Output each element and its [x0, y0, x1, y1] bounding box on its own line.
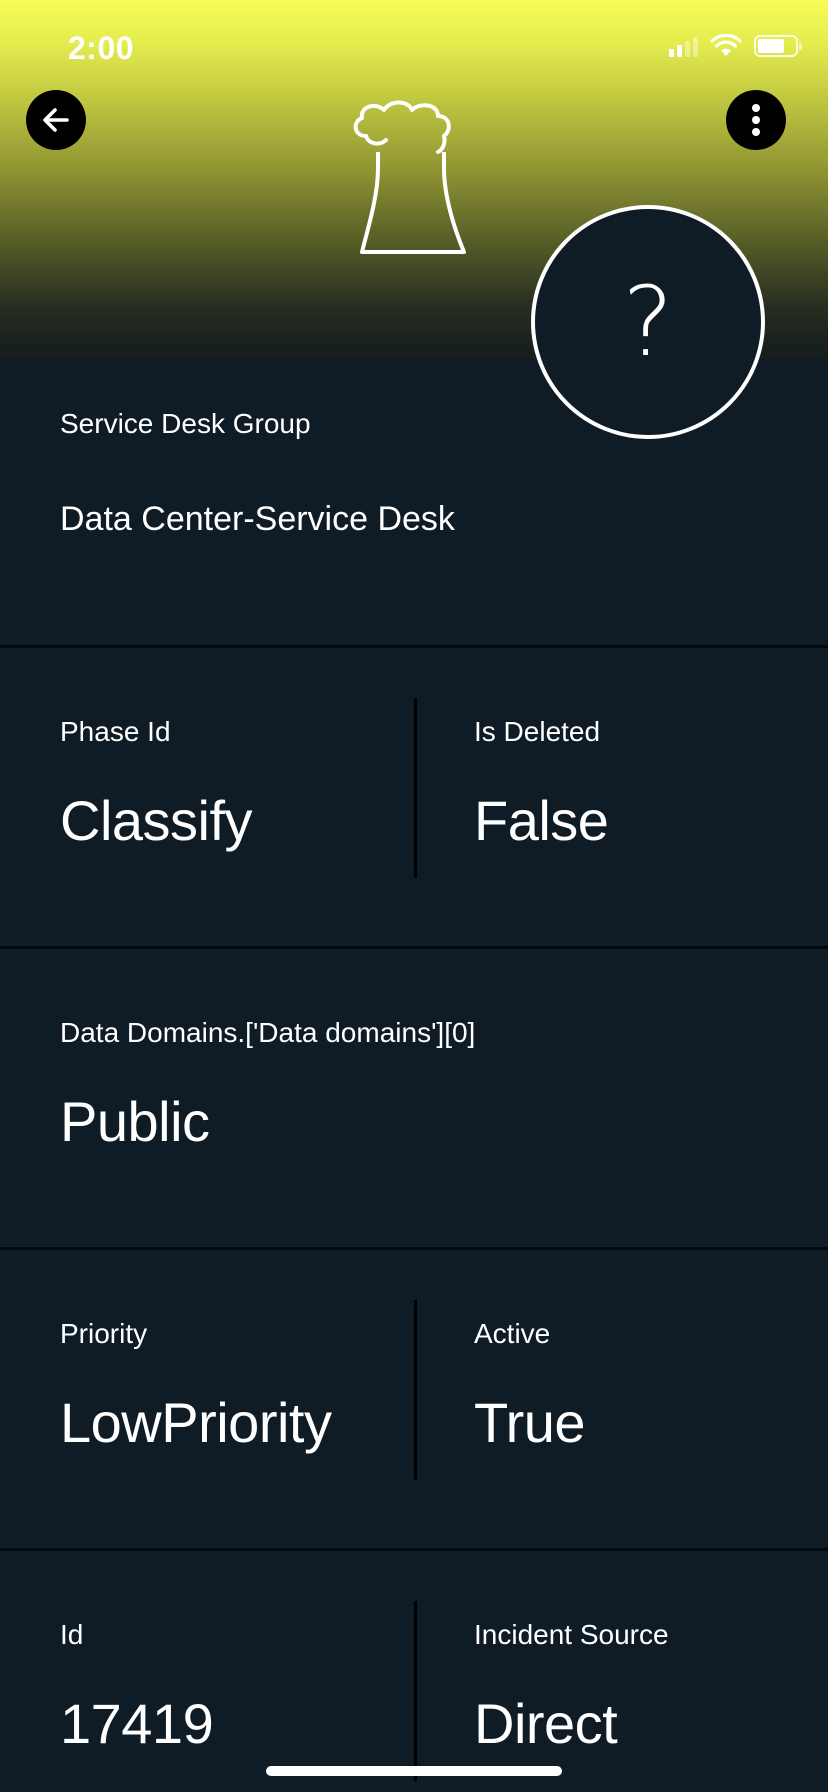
field-label: Phase Id [60, 716, 171, 747]
field-value: Public [60, 1090, 210, 1153]
field-value: 17419 [60, 1692, 214, 1755]
field-value: True [474, 1391, 586, 1454]
power-plant-cooling-tower-icon [353, 100, 466, 254]
avatar-placeholder[interactable]: ? [531, 205, 765, 439]
column-divider [414, 1300, 417, 1480]
cellular-signal-icon [669, 35, 698, 57]
field-value: Classify [60, 789, 253, 852]
field-value: False [474, 789, 609, 852]
status-icons [669, 34, 802, 58]
home-indicator[interactable] [266, 1766, 562, 1776]
column-divider [414, 698, 417, 878]
card-data-domains: Data Domains.['Data domains'][0] Public [0, 949, 828, 1250]
arrow-left-icon [43, 108, 69, 132]
battery-icon [754, 35, 802, 57]
field-label: Id [60, 1619, 84, 1650]
back-button[interactable] [26, 90, 86, 150]
card-id-incident-source: Id 17419 Incident Source Direct [0, 1551, 828, 1792]
field-label: Incident Source [474, 1619, 669, 1650]
screen: 2:00 ? Service Desk Group Data Center-Se… [0, 0, 828, 1792]
wifi-icon [710, 34, 742, 56]
details-list: Service Desk Group Data Center-Service D… [0, 360, 828, 1792]
more-options-button[interactable] [726, 90, 786, 150]
field-value: LowPriority [60, 1391, 332, 1454]
field-label: Priority [60, 1318, 148, 1349]
field-value: Direct [474, 1692, 618, 1755]
field-label: Active [474, 1318, 551, 1349]
field-value: Data Center-Service Desk [60, 500, 455, 538]
field-label: Data Domains.['Data domains'][0] [60, 1017, 476, 1048]
field-label: Service Desk Group [60, 408, 311, 439]
status-time: 2:00 [68, 30, 135, 66]
card-priority-active: Priority LowPriority Active True [0, 1250, 828, 1551]
vertical-ellipsis-icon [752, 104, 760, 136]
field-label: Is Deleted [474, 716, 601, 747]
card-phase-deleted: Phase Id Classify Is Deleted False [0, 648, 828, 949]
column-divider [414, 1601, 417, 1781]
